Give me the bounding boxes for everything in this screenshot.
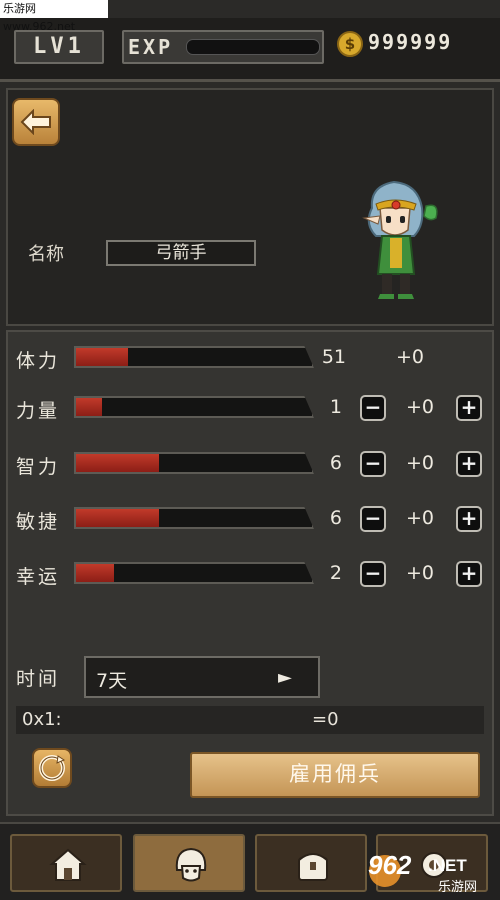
increase-button[interactable]: + xyxy=(456,561,482,587)
character-icon xyxy=(175,847,207,882)
name-label: 名称 xyxy=(28,244,64,265)
increase-button[interactable]: + xyxy=(456,395,482,421)
gold-amount: 999999 xyxy=(368,30,453,54)
stat-label: 体力 xyxy=(16,350,61,372)
watermark-suffix: .NET xyxy=(428,856,467,875)
hire-mercenary-button[interactable]: 雇用佣兵 xyxy=(190,752,480,798)
stat-bonus: +0 xyxy=(406,452,435,474)
refresh-button[interactable] xyxy=(32,748,72,788)
stat-value: 6 xyxy=(329,452,342,474)
site-watermark: 962 .NET 乐游网 xyxy=(368,848,498,896)
play-arrow-icon[interactable]: ► xyxy=(278,667,292,688)
stat-value: 1 xyxy=(329,396,342,418)
back-button[interactable] xyxy=(12,98,60,146)
watermark-brand: 962 xyxy=(368,850,412,880)
stat-bar xyxy=(74,396,314,418)
name-field: 弓箭手 xyxy=(106,240,256,266)
watermark-text: 乐游网 www.962.net xyxy=(0,0,108,33)
stat-bonus: +0 xyxy=(396,346,425,368)
stat-bonus: +0 xyxy=(406,562,435,584)
coin-icon: $ xyxy=(337,31,363,57)
house-icon xyxy=(49,848,87,881)
exp-label: EXP xyxy=(128,35,174,59)
stat-label: 幸运 xyxy=(16,566,61,588)
stat-label: 敏捷 xyxy=(16,511,61,533)
exp-bar xyxy=(186,39,320,55)
increase-button[interactable]: + xyxy=(456,506,482,532)
chest-icon xyxy=(298,853,328,881)
stat-value: 2 xyxy=(329,562,342,584)
archer-character-sprite xyxy=(362,180,438,299)
back-arrow-icon xyxy=(20,109,51,135)
stat-bar-fill xyxy=(76,348,128,366)
stat-value: 51 xyxy=(321,346,346,368)
stat-bar xyxy=(74,452,314,474)
formula-right: =0 xyxy=(312,709,339,730)
stat-bar-fill xyxy=(76,564,114,582)
refresh-icon xyxy=(39,755,66,781)
exp-panel: EXP xyxy=(122,30,324,64)
time-value: 7天 xyxy=(96,670,128,692)
cost-formula: 0x1: =0 xyxy=(16,706,484,734)
decrease-button[interactable]: − xyxy=(360,395,386,421)
stat-bar xyxy=(74,562,314,584)
stat-bar xyxy=(74,507,314,529)
decrease-button[interactable]: − xyxy=(360,561,386,587)
tab-home[interactable] xyxy=(10,834,122,892)
stat-label: 力量 xyxy=(16,400,61,422)
stat-bar xyxy=(74,346,314,368)
stat-value: 6 xyxy=(329,507,342,529)
stat-bar-fill xyxy=(76,454,159,472)
stat-bar-fill xyxy=(76,509,159,527)
increase-button[interactable]: + xyxy=(456,451,482,477)
formula-left: 0x1: xyxy=(22,709,62,730)
decrease-button[interactable]: − xyxy=(360,506,386,532)
stat-bonus: +0 xyxy=(406,507,435,529)
watermark-sub: 乐游网 xyxy=(438,880,478,895)
tab-inventory[interactable] xyxy=(255,834,367,892)
decrease-button[interactable]: − xyxy=(360,451,386,477)
time-label: 时间 xyxy=(16,668,61,690)
stat-bar-fill xyxy=(76,398,102,416)
time-selector[interactable]: 7天 ► xyxy=(84,656,320,698)
stat-label: 智力 xyxy=(16,456,61,478)
tab-mercenary[interactable] xyxy=(133,834,245,892)
stat-bonus: +0 xyxy=(406,396,435,418)
